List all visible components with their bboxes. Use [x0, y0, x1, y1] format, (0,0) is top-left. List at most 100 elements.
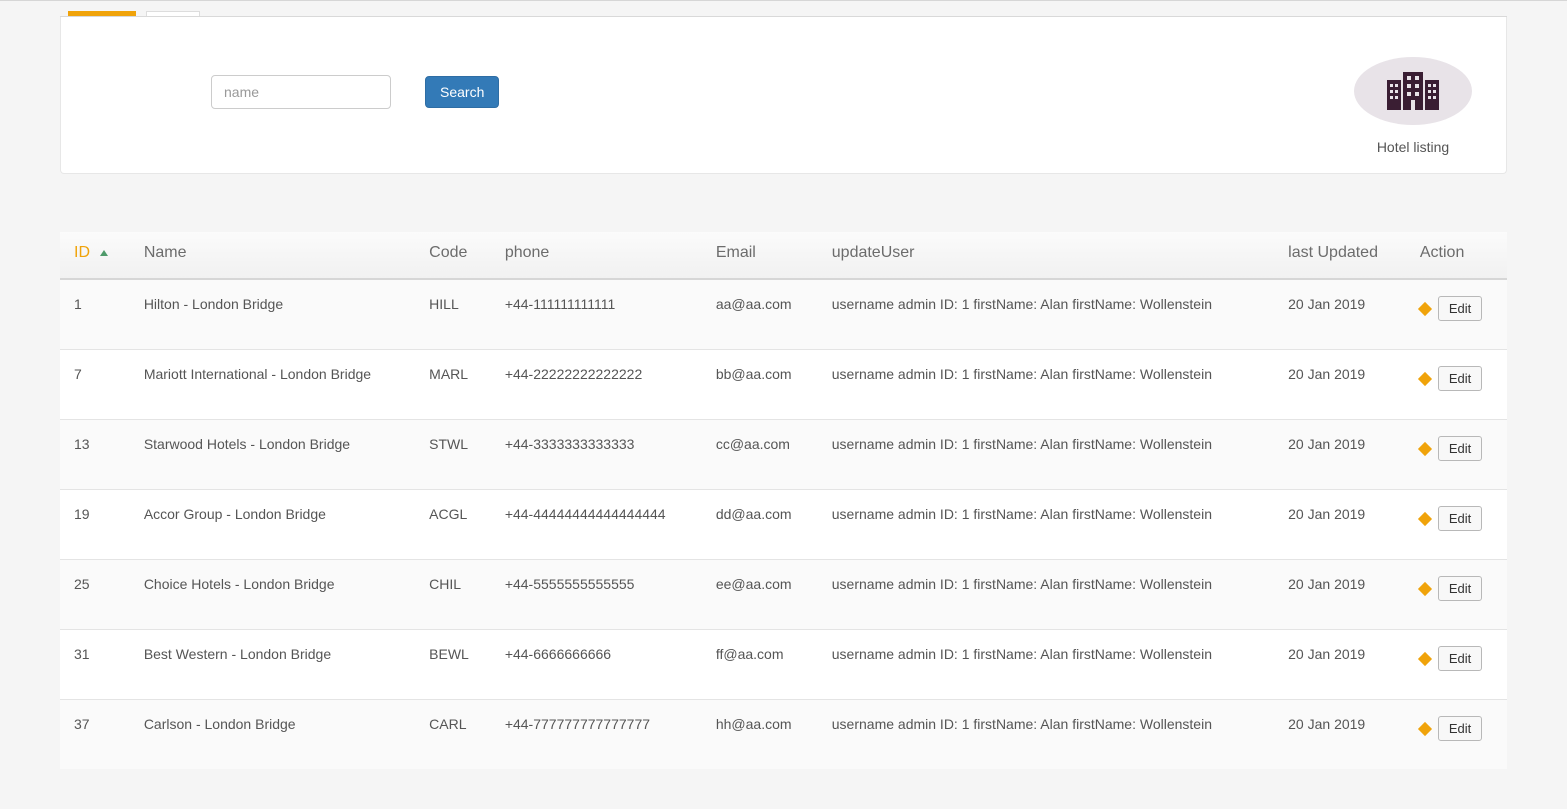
- edit-marker-icon: [1418, 511, 1432, 525]
- cell-updateuser: username admin ID: 1 firstName: Alan fir…: [818, 420, 1274, 490]
- cell-phone: +44-111111111111: [491, 279, 702, 350]
- cell-action: Edit: [1406, 350, 1507, 420]
- search-input[interactable]: [211, 75, 391, 109]
- cell-action: Edit: [1406, 279, 1507, 350]
- cell-code: CARL: [415, 700, 491, 770]
- table-row: 13Starwood Hotels - London BridgeSTWL+44…: [60, 420, 1507, 490]
- edit-marker-icon: [1418, 651, 1432, 665]
- cell-name: Carlson - London Bridge: [130, 700, 415, 770]
- cell-name: Accor Group - London Bridge: [130, 490, 415, 560]
- hotel-table: ID Name Code phone Email updateUser last…: [60, 232, 1507, 769]
- edit-button[interactable]: Edit: [1438, 506, 1482, 531]
- cell-id: 25: [60, 560, 130, 630]
- edit-marker-icon: [1418, 581, 1432, 595]
- buildings-icon: [1381, 66, 1445, 117]
- cell-email: cc@aa.com: [702, 420, 818, 490]
- edit-button[interactable]: Edit: [1438, 366, 1482, 391]
- edit-marker-icon: [1418, 721, 1432, 735]
- cell-phone: +44-3333333333333: [491, 420, 702, 490]
- cell-name: Hilton - London Bridge: [130, 279, 415, 350]
- cell-name: Starwood Hotels - London Bridge: [130, 420, 415, 490]
- col-updateuser[interactable]: updateUser: [818, 232, 1274, 279]
- col-lastupdated[interactable]: last Updated: [1274, 232, 1406, 279]
- cell-id: 31: [60, 630, 130, 700]
- cell-action: Edit: [1406, 420, 1507, 490]
- cell-phone: +44-44444444444444444: [491, 490, 702, 560]
- table-row: 37Carlson - London BridgeCARL+44-7777777…: [60, 700, 1507, 770]
- tab-active[interactable]: [68, 11, 136, 16]
- edit-marker-icon: [1418, 441, 1432, 455]
- edit-button[interactable]: Edit: [1438, 646, 1482, 671]
- tab-strip: [60, 1, 1507, 17]
- cell-code: ACGL: [415, 490, 491, 560]
- cell-id: 1: [60, 279, 130, 350]
- cell-updateuser: username admin ID: 1 firstName: Alan fir…: [818, 490, 1274, 560]
- cell-code: MARL: [415, 350, 491, 420]
- cell-updateuser: username admin ID: 1 firstName: Alan fir…: [818, 700, 1274, 770]
- cell-id: 13: [60, 420, 130, 490]
- col-name[interactable]: Name: [130, 232, 415, 279]
- table-row: 31Best Western - London BridgeBEWL+44-66…: [60, 630, 1507, 700]
- hotel-logo: [1354, 57, 1472, 125]
- cell-lastupdated: 20 Jan 2019: [1274, 630, 1406, 700]
- cell-updateuser: username admin ID: 1 firstName: Alan fir…: [818, 560, 1274, 630]
- cell-code: STWL: [415, 420, 491, 490]
- cell-lastupdated: 20 Jan 2019: [1274, 279, 1406, 350]
- cell-email: hh@aa.com: [702, 700, 818, 770]
- cell-lastupdated: 20 Jan 2019: [1274, 490, 1406, 560]
- cell-action: Edit: [1406, 700, 1507, 770]
- cell-name: Choice Hotels - London Bridge: [130, 560, 415, 630]
- cell-phone: +44-22222222222222: [491, 350, 702, 420]
- cell-email: ff@aa.com: [702, 630, 818, 700]
- col-id[interactable]: ID: [60, 232, 130, 279]
- cell-action: Edit: [1406, 560, 1507, 630]
- cell-updateuser: username admin ID: 1 firstName: Alan fir…: [818, 630, 1274, 700]
- col-code[interactable]: Code: [415, 232, 491, 279]
- cell-name: Best Western - London Bridge: [130, 630, 415, 700]
- cell-id: 19: [60, 490, 130, 560]
- cell-phone: +44-5555555555555: [491, 560, 702, 630]
- cell-name: Mariott International - London Bridge: [130, 350, 415, 420]
- cell-updateuser: username admin ID: 1 firstName: Alan fir…: [818, 350, 1274, 420]
- table-row: 1Hilton - London BridgeHILL+44-111111111…: [60, 279, 1507, 350]
- logo-caption: Hotel listing: [1354, 139, 1472, 155]
- col-phone[interactable]: phone: [491, 232, 702, 279]
- edit-marker-icon: [1418, 301, 1432, 315]
- cell-lastupdated: 20 Jan 2019: [1274, 420, 1406, 490]
- table-row: 7Mariott International - London BridgeMA…: [60, 350, 1507, 420]
- cell-lastupdated: 20 Jan 2019: [1274, 700, 1406, 770]
- table-row: 19Accor Group - London BridgeACGL+44-444…: [60, 490, 1507, 560]
- cell-code: CHIL: [415, 560, 491, 630]
- search-panel: Search: [60, 17, 1507, 174]
- table-row: 25Choice Hotels - London BridgeCHIL+44-5…: [60, 560, 1507, 630]
- edit-button[interactable]: Edit: [1438, 716, 1482, 741]
- logo-block: Hotel listing: [1354, 57, 1482, 155]
- cell-lastupdated: 20 Jan 2019: [1274, 350, 1406, 420]
- cell-email: dd@aa.com: [702, 490, 818, 560]
- sort-asc-icon: [100, 250, 108, 256]
- cell-updateuser: username admin ID: 1 firstName: Alan fir…: [818, 279, 1274, 350]
- cell-code: HILL: [415, 279, 491, 350]
- edit-button[interactable]: Edit: [1438, 576, 1482, 601]
- col-action: Action: [1406, 232, 1507, 279]
- tab-inactive[interactable]: [146, 11, 200, 16]
- cell-action: Edit: [1406, 490, 1507, 560]
- cell-id: 7: [60, 350, 130, 420]
- cell-action: Edit: [1406, 630, 1507, 700]
- cell-lastupdated: 20 Jan 2019: [1274, 560, 1406, 630]
- cell-email: ee@aa.com: [702, 560, 818, 630]
- edit-button[interactable]: Edit: [1438, 296, 1482, 321]
- col-email[interactable]: Email: [702, 232, 818, 279]
- cell-email: bb@aa.com: [702, 350, 818, 420]
- table-header-row: ID Name Code phone Email updateUser last…: [60, 232, 1507, 279]
- edit-button[interactable]: Edit: [1438, 436, 1482, 461]
- cell-id: 37: [60, 700, 130, 770]
- cell-phone: +44-6666666666: [491, 630, 702, 700]
- cell-phone: +44-777777777777777: [491, 700, 702, 770]
- cell-email: aa@aa.com: [702, 279, 818, 350]
- edit-marker-icon: [1418, 371, 1432, 385]
- search-row: Search: [211, 57, 499, 109]
- search-button[interactable]: Search: [425, 76, 499, 108]
- col-id-label: ID: [74, 244, 90, 261]
- cell-code: BEWL: [415, 630, 491, 700]
